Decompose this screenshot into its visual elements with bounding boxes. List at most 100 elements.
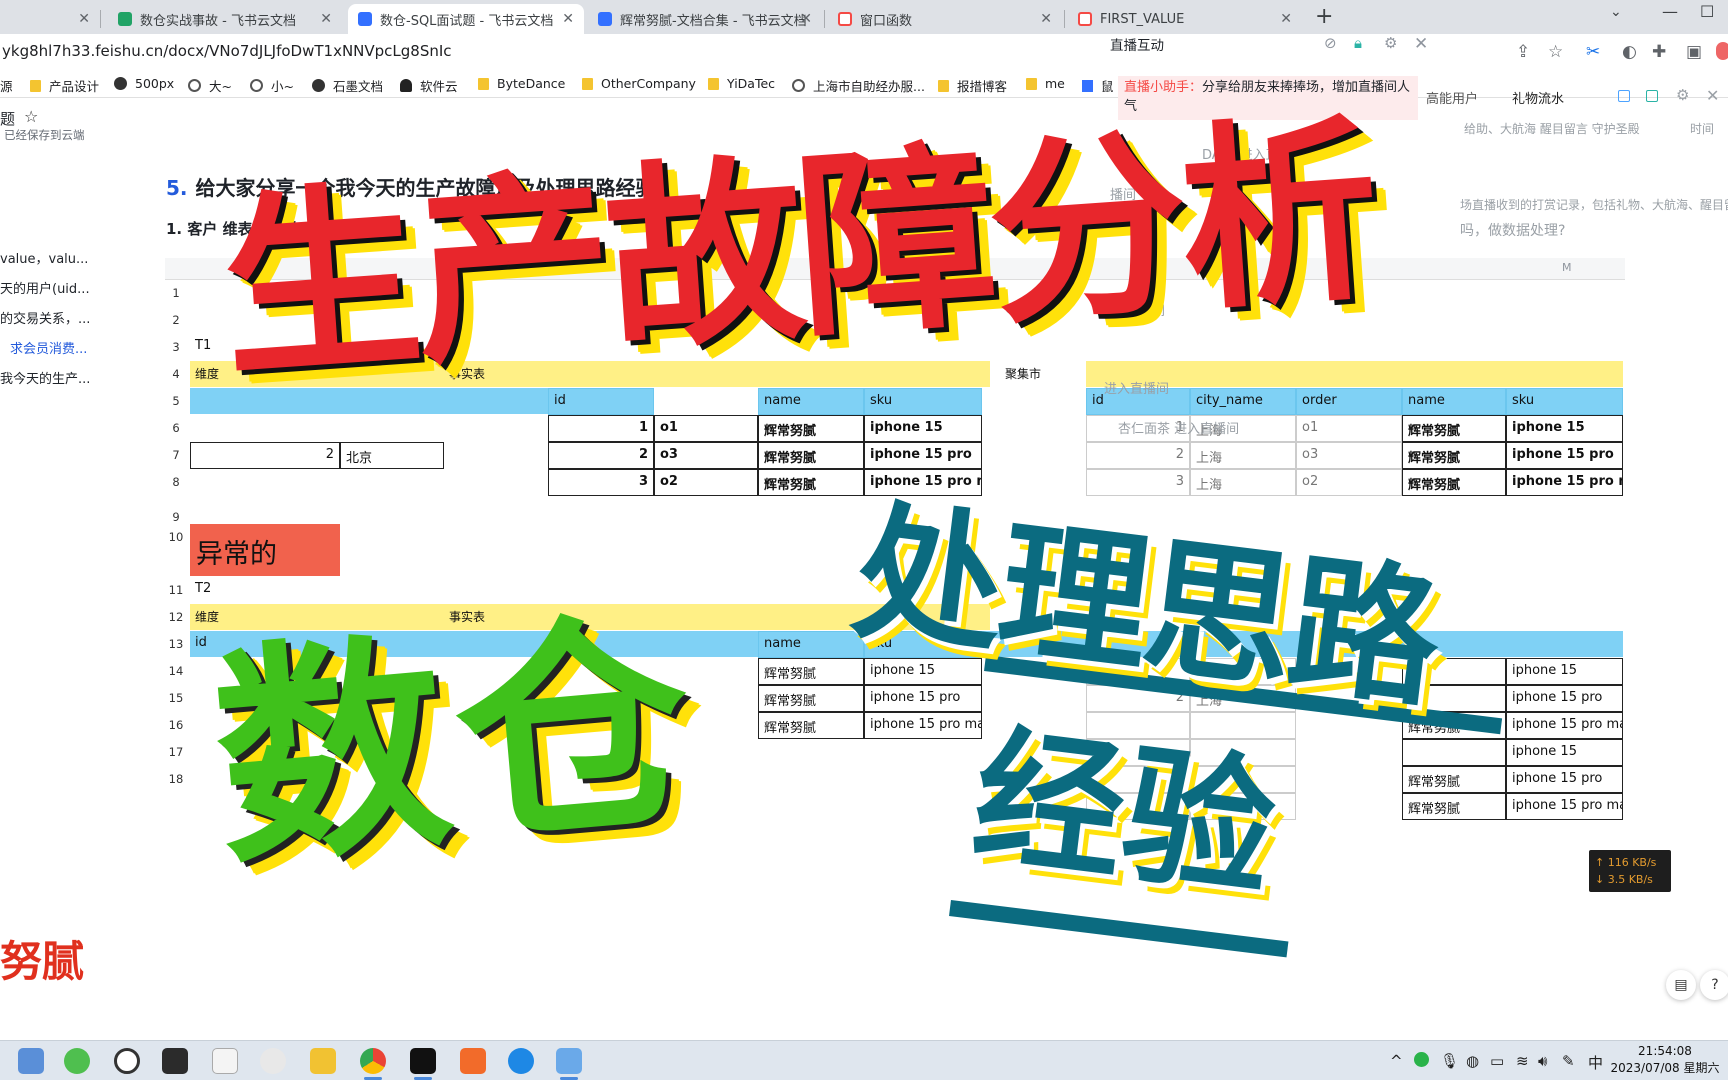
order-cell[interactable]: o2 <box>654 469 758 496</box>
outline-item[interactable]: value，valu... <box>0 248 88 267</box>
row-number[interactable]: 5 <box>165 394 187 408</box>
sku-cell[interactable]: iphone 15 pro max <box>864 712 982 739</box>
sku-cell[interactable]: iphone 15 pro <box>1506 442 1623 469</box>
column-header[interactable]: order <box>1296 388 1402 415</box>
panda-app-icon[interactable] <box>260 1048 286 1074</box>
bookmark-item[interactable]: ByteDance <box>478 76 565 91</box>
profile-avatar[interactable] <box>1716 42 1728 60</box>
music-app-icon[interactable] <box>460 1048 486 1074</box>
bookmark-star-icon[interactable]: ☆ <box>1548 42 1563 62</box>
id-cell[interactable]: 3 <box>548 469 654 496</box>
order-cell[interactable]: o3 <box>654 442 758 469</box>
row-number[interactable]: 9 <box>165 510 187 524</box>
outline-item[interactable]: 天的用户(uid... <box>0 278 90 297</box>
row-number[interactable]: 12 <box>165 610 187 624</box>
sku-cell[interactable]: iphone 15 pro <box>1506 685 1623 712</box>
url-field[interactable]: ykg8hl7h33.feishu.cn/docx/VNo7dJLJfoDwT1… <box>2 42 452 60</box>
name-cell[interactable]: 辉常努腻 <box>758 415 864 442</box>
high-energy-users-tab[interactable]: 高能用户 <box>1426 88 1478 107</box>
row-number[interactable]: 3 <box>165 340 187 354</box>
name-cell[interactable]: 辉常努腻 <box>758 469 864 496</box>
wifi-icon[interactable]: ≋ <box>1516 1052 1529 1070</box>
wechat-icon[interactable] <box>64 1048 90 1074</box>
unity-icon[interactable] <box>114 1048 140 1074</box>
name-cell[interactable]: 辉常努腻 <box>1402 469 1506 496</box>
sku-cell[interactable]: iphone 15 pro max <box>1506 793 1623 820</box>
settings-gear-icon[interactable]: ⚙ <box>1384 34 1397 52</box>
row-number[interactable]: 7 <box>165 448 187 462</box>
sku-cell[interactable]: iphone 15 pro <box>864 685 982 712</box>
row-number[interactable]: 1 <box>165 286 187 300</box>
row-number[interactable]: 8 <box>165 475 187 489</box>
row-number[interactable]: 2 <box>165 313 187 327</box>
obs-app-icon[interactable] <box>556 1048 582 1080</box>
column-header[interactable]: sku <box>1506 388 1623 415</box>
name-cell[interactable]: 辉常努腻 <box>1402 793 1506 820</box>
volume-icon[interactable]: 🔊︎ <box>1538 1052 1547 1070</box>
order-cell[interactable]: o1 <box>1296 415 1402 442</box>
help-question-button[interactable]: ? <box>1700 970 1728 1000</box>
browser-tab-1[interactable]: 数仓实战事故 - 飞书云文档 ✕ <box>108 4 342 34</box>
dim-city-cell[interactable]: 北京 <box>340 442 444 469</box>
name-cell[interactable]: 辉常努腻 <box>1402 415 1506 442</box>
popout-icon[interactable] <box>1618 90 1630 102</box>
row-number[interactable]: 15 <box>165 691 187 705</box>
fact-label-2[interactable]: 聚集市 <box>1000 361 1086 388</box>
typora-icon[interactable] <box>212 1048 238 1074</box>
close-tab-icon[interactable]: ✕ <box>562 11 574 27</box>
browser-tab-4[interactable]: 窗口函数 ✕ <box>828 4 1062 34</box>
row-number[interactable]: 10 <box>165 530 187 544</box>
sku-cell[interactable]: iphone 15 pro max <box>1506 712 1623 739</box>
bookmark-item[interactable]: OtherCompany <box>582 76 696 91</box>
bookmark-item[interactable]: 源 <box>0 76 13 95</box>
sku-cell[interactable]: iphone 15 <box>1506 739 1623 766</box>
puzzle-extensions-icon[interactable]: ✚ <box>1652 42 1666 62</box>
row-number[interactable]: 17 <box>165 745 187 759</box>
bookmark-item[interactable]: 小~ <box>250 76 294 95</box>
bookmark-item[interactable]: 软件云 <box>400 76 458 95</box>
close-panel-icon[interactable]: ✕ <box>1706 86 1719 105</box>
mute-icon[interactable]: ⊘ <box>1324 34 1337 52</box>
tray-expand-icon[interactable]: ^ <box>1390 1052 1403 1070</box>
order-cell[interactable]: o2 <box>1296 469 1402 496</box>
name-cell[interactable]: 辉常努腻 <box>758 442 864 469</box>
new-tab-button[interactable]: + <box>1315 4 1333 29</box>
sku-cell[interactable]: iphone 15 pro <box>1506 766 1623 793</box>
row-number[interactable]: 11 <box>165 583 187 597</box>
dim-id-cell[interactable]: 2 <box>190 442 340 469</box>
close-tab-icon[interactable]: ✕ <box>78 11 90 27</box>
tab-search-chevron-icon[interactable]: ⌄ <box>1610 4 1622 20</box>
share-icon[interactable]: ⇪ <box>1516 42 1530 62</box>
minimize-icon[interactable]: — <box>1662 2 1678 21</box>
name-cell[interactable]: 辉常努腻 <box>1402 766 1506 793</box>
maximize-icon[interactable]: ☐ <box>1700 2 1714 21</box>
close-tab-icon[interactable]: ✕ <box>320 11 332 27</box>
browser-tab-5[interactable]: FIRST_VALUE ✕ <box>1068 4 1302 34</box>
close-tab-icon[interactable]: ✕ <box>1040 11 1052 27</box>
lock-icon[interactable] <box>1646 90 1658 102</box>
row-number[interactable]: 14 <box>165 664 187 678</box>
column-header[interactable]: name <box>1402 388 1506 415</box>
k-app-icon[interactable] <box>508 1048 534 1074</box>
bookmark-item[interactable]: YiDaTec <box>708 76 775 91</box>
sku-cell[interactable]: iphone 15 <box>864 415 982 442</box>
extension-scissors-icon[interactable]: ✂ <box>1586 42 1600 62</box>
gift-flow-tab[interactable]: 礼物流水 <box>1512 88 1564 107</box>
gift-type-tabs[interactable]: 给助、大航海 醒目留言 守护圣殿 <box>1464 120 1640 137</box>
browser-tab-0[interactable]: ✕ <box>0 4 100 34</box>
id-cell[interactable]: 2 <box>548 442 654 469</box>
sku-cell[interactable]: iphone 15 <box>1506 415 1623 442</box>
id-cell[interactable]: 1 <box>548 415 654 442</box>
column-header[interactable]: city_name <box>1190 388 1296 415</box>
close-tab-icon[interactable]: ✕ <box>1280 11 1292 27</box>
system-clock[interactable]: 21:54:08 2023/07/08 星期六 <box>1610 1043 1720 1077</box>
tray-app-icon[interactable] <box>1414 1052 1429 1067</box>
outline-item[interactable]: 的交易关系，... <box>0 308 90 327</box>
extension-icon[interactable]: ◐ <box>1622 42 1637 62</box>
name-cell[interactable]: 辉常努腻 <box>758 685 864 712</box>
bookmark-item[interactable]: 产品设计 <box>30 76 99 95</box>
pen-icon[interactable]: ✎ <box>1562 1052 1575 1070</box>
order-cell[interactable]: o3 <box>1296 442 1402 469</box>
outline-item-active[interactable]: 求会员消费... <box>10 338 87 357</box>
name-cell[interactable]: 辉常努腻 <box>758 712 864 739</box>
